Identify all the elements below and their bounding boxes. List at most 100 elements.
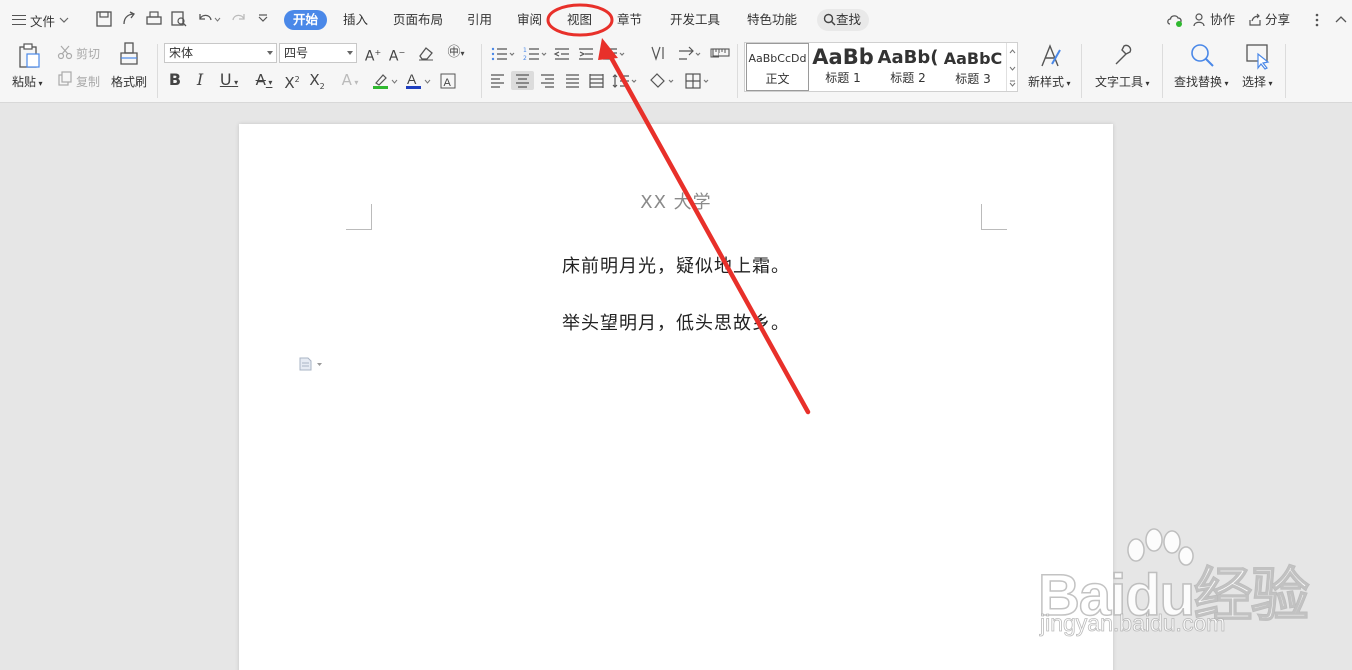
pinyin-guide-icon[interactable]: ㊥▾	[443, 44, 469, 62]
find-replace-button[interactable]: 查找替换 ▾	[1174, 73, 1229, 90]
output-icon[interactable]	[120, 10, 138, 28]
file-menu-label: 文件	[30, 13, 56, 29]
undo-icon[interactable]	[196, 10, 222, 28]
superscript-icon[interactable]: X2	[283, 71, 301, 92]
style-heading-3-preview: AaBbC	[943, 49, 1003, 68]
document-page[interactable]: XX 大学 床前明月光，疑似地上霜。 举头望明月，低头思故乡。	[239, 124, 1113, 670]
shrink-font-icon[interactable]: A−	[388, 44, 406, 65]
text-tools-label: 文字工具	[1095, 75, 1144, 89]
italic-icon[interactable]: I	[191, 71, 209, 89]
paste-icon[interactable]	[17, 43, 41, 69]
format-painter-label[interactable]: 格式刷	[111, 73, 147, 90]
body-line-1[interactable]: 床前明月光，疑似地上霜。	[239, 252, 1113, 278]
strikethrough-icon[interactable]: A ▾	[251, 71, 277, 89]
search-icon	[823, 13, 836, 26]
redo-icon[interactable]	[230, 10, 248, 28]
separator	[481, 44, 482, 98]
text-effect-icon[interactable]: A ▾	[337, 71, 363, 89]
collaborate-button[interactable]: 协作	[1193, 10, 1235, 30]
ruler-icon[interactable]	[712, 46, 730, 60]
menu-icon	[12, 15, 26, 25]
tab-view[interactable]: 视图	[567, 10, 592, 30]
collaborate-label: 协作	[1210, 12, 1236, 27]
collapse-ribbon-icon[interactable]	[1334, 13, 1348, 25]
tab-special-features[interactable]: 特色功能	[747, 10, 797, 30]
customize-toolbar-icon[interactable]	[256, 10, 270, 28]
char-border-icon[interactable]: A	[439, 72, 457, 90]
styles-scroll-arrows-icon	[1009, 49, 1016, 87]
paste-label: 粘贴	[12, 75, 37, 89]
select-button[interactable]: 选择 ▾	[1242, 73, 1273, 90]
styles-scroll[interactable]	[1006, 43, 1017, 91]
tab-section[interactable]: 章节	[617, 10, 642, 30]
format-painter-icon[interactable]	[118, 42, 140, 70]
chevron-down-icon	[59, 17, 69, 23]
clear-format-icon[interactable]	[417, 45, 435, 61]
separator	[1162, 44, 1163, 98]
copy-label[interactable]: 复制	[76, 73, 100, 90]
new-style-label: 新样式	[1028, 75, 1065, 89]
style-heading-1-name: 标题 1	[825, 71, 861, 85]
font-name-select[interactable]: 宋体	[164, 43, 277, 63]
paragraph-layout-icon[interactable]	[299, 357, 325, 371]
underline-icon[interactable]: U ▾	[216, 71, 242, 89]
grow-font-icon[interactable]: A+	[364, 44, 382, 65]
page-header-text[interactable]: XX 大学	[239, 188, 1113, 214]
more-icon[interactable]	[1312, 12, 1322, 28]
font-size-value: 四号	[284, 46, 309, 60]
find-replace-label: 查找替换	[1174, 75, 1223, 89]
svg-text:2: 2	[523, 55, 527, 62]
print-preview-icon[interactable]	[170, 10, 188, 28]
find-replace-icon[interactable]	[1188, 42, 1216, 70]
tab-page-layout[interactable]: 页面布局	[393, 10, 443, 30]
share-label: 分享	[1265, 12, 1291, 27]
subscript-icon[interactable]: X2	[308, 71, 326, 91]
tab-start[interactable]: 开始	[284, 10, 328, 30]
font-name-value: 宋体	[169, 46, 194, 60]
style-normal[interactable]: AaBbCcDd 正文	[746, 43, 809, 91]
paste-button[interactable]: 粘贴 ▾	[12, 73, 43, 90]
new-style-button[interactable]: 新样式 ▾	[1028, 73, 1071, 90]
style-heading-3-name: 标题 3	[955, 72, 991, 86]
text-tools-button[interactable]: 文字工具 ▾	[1095, 73, 1150, 90]
highlight-icon[interactable]	[372, 72, 400, 90]
style-heading-1[interactable]: AaBb 标题 1	[811, 43, 875, 91]
style-heading-2-name: 标题 2	[890, 71, 926, 85]
text-tools-icon[interactable]	[1110, 42, 1136, 70]
new-style-icon[interactable]	[1036, 42, 1064, 70]
separator	[1081, 44, 1082, 98]
style-heading-1-preview: AaBb	[812, 45, 874, 69]
svg-text:A: A	[444, 77, 452, 89]
style-heading-2[interactable]: AaBb( 标题 2	[876, 43, 940, 91]
paragraph-tools-row-1: 12	[491, 46, 719, 62]
select-icon[interactable]	[1244, 42, 1272, 70]
tab-developer[interactable]: 开发工具	[670, 10, 720, 30]
print-icon[interactable]	[145, 10, 163, 28]
bold-icon[interactable]: B	[166, 71, 184, 89]
font-size-select[interactable]: 四号	[279, 43, 357, 63]
cloud-sync-icon[interactable]	[1166, 12, 1184, 28]
search-tab-label: 查找	[836, 12, 862, 27]
tab-bar: 文件 开始 插入 页面布局 引用 审阅 视图 章节 开发工具 特色功能 查找 协…	[0, 0, 1352, 40]
tab-insert[interactable]: 插入	[343, 10, 368, 30]
copy-icon[interactable]	[57, 71, 73, 87]
paw-logo-icon	[1127, 528, 1194, 566]
tab-references[interactable]: 引用	[467, 10, 492, 30]
body-line-2[interactable]: 举头望明月，低头思故乡。	[239, 309, 1113, 335]
cut-label[interactable]: 剪切	[76, 45, 100, 62]
search-tab[interactable]: 查找	[817, 9, 869, 31]
save-icon[interactable]	[95, 10, 113, 28]
cut-icon[interactable]	[57, 44, 73, 60]
share-button[interactable]: 分享	[1248, 10, 1290, 30]
tab-review[interactable]: 审阅	[517, 10, 542, 30]
share-icon	[1249, 13, 1261, 26]
svg-text:1: 1	[523, 47, 527, 54]
style-heading-3[interactable]: AaBbC 标题 3	[941, 43, 1005, 91]
font-color-icon[interactable]: A	[405, 72, 433, 90]
svg-text:A: A	[407, 72, 417, 87]
file-menu-button[interactable]: 文件	[12, 9, 69, 31]
separator	[1285, 44, 1286, 98]
select-label: 选择	[1242, 75, 1267, 89]
separator	[737, 44, 738, 98]
style-heading-2-preview: AaBb(	[877, 47, 939, 68]
